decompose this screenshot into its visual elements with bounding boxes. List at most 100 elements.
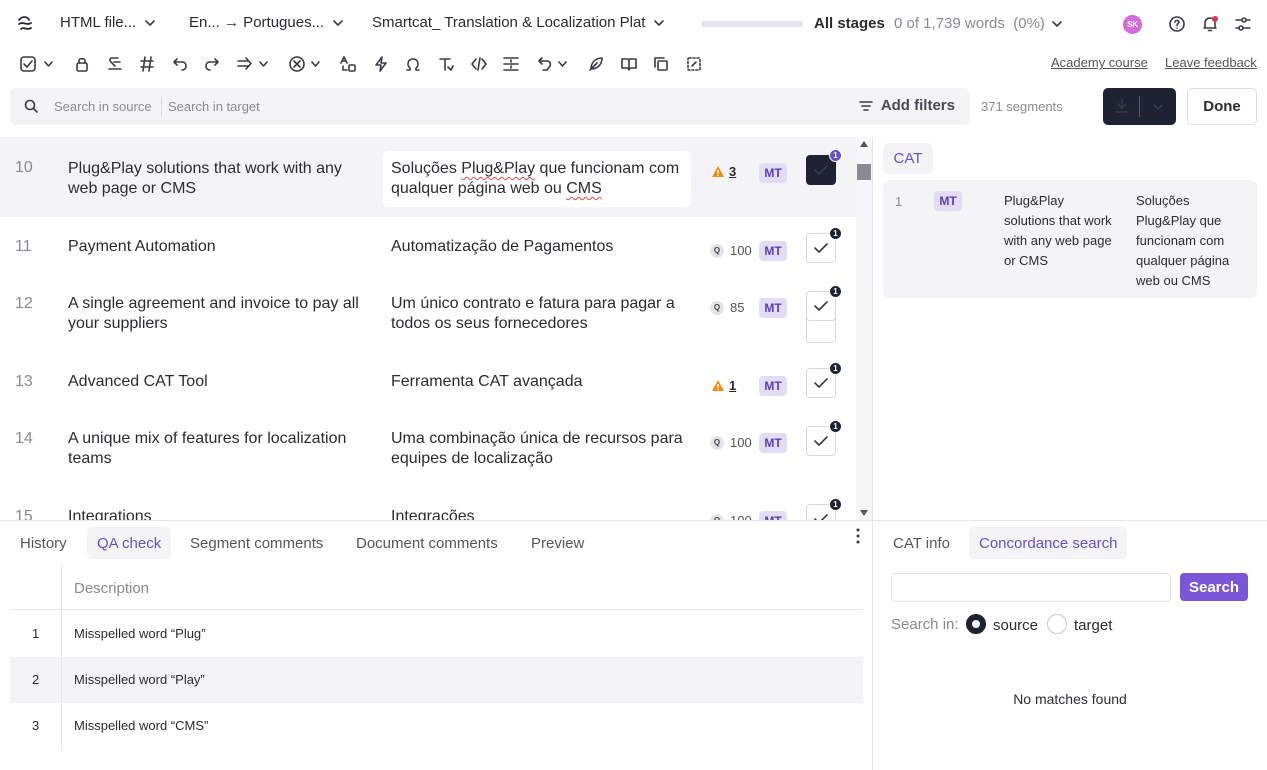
download-button[interactable] (1103, 88, 1176, 125)
tab-preview[interactable]: Preview (521, 527, 594, 559)
chevron-down-icon[interactable] (259, 61, 268, 67)
comment-feather-icon[interactable] (587, 55, 605, 73)
clear-translation-icon[interactable] (106, 55, 124, 73)
radio-target-label[interactable]: target (1074, 617, 1112, 634)
file-dropdown[interactable]: HTML file... (60, 14, 156, 31)
smartcat-logo-icon[interactable] (15, 14, 35, 34)
copy-disabled-icon[interactable] (652, 55, 670, 73)
lightning-icon[interactable] (372, 55, 390, 73)
table-row[interactable]: 1 Misspelled word “Plug” (10, 611, 863, 657)
segment-source: Payment Automation (68, 238, 216, 255)
academy-course-link[interactable]: Academy course (1051, 55, 1148, 70)
check-icon (814, 301, 828, 311)
tab-cat[interactable]: CAT (883, 143, 933, 174)
stages-selector[interactable]: All stages (814, 15, 885, 32)
column-header-description: Description (74, 580, 150, 597)
chevron-down-icon[interactable] (558, 61, 567, 67)
notification-bell-icon[interactable] (1201, 15, 1219, 33)
tab-cat-info[interactable]: CAT info (883, 527, 960, 559)
segment-number: 10 (15, 159, 33, 176)
tab-history[interactable]: History (10, 527, 77, 559)
scroll-up-arrow-icon[interactable] (860, 141, 868, 147)
chevron-down-icon[interactable] (311, 61, 320, 67)
cancel-circle-icon[interactable] (288, 55, 306, 73)
cat-result-row[interactable]: 1 MT Plug&Play solutions that work with … (883, 180, 1257, 298)
segments-scrollbar[interactable] (856, 137, 872, 520)
settings-sliders-icon[interactable] (1234, 15, 1252, 33)
words-progress-dropdown[interactable]: 0 of 1,739 words (0%) (894, 15, 1063, 32)
chevron-down-icon[interactable] (44, 61, 53, 67)
merge-segments-icon[interactable] (502, 55, 520, 73)
table-row[interactable]: 3 Misspelled word “CMS” (10, 703, 863, 749)
language-dropdown[interactable]: En... → Portugues... (189, 14, 344, 31)
segment-number: 14 (15, 430, 33, 447)
change-case-icon[interactable] (339, 55, 357, 73)
search-button[interactable]: Search (1180, 573, 1248, 601)
mt-badge: MT (759, 241, 787, 261)
radio-target[interactable] (1047, 614, 1067, 634)
segment-source: Advanced CAT Tool (68, 373, 208, 390)
more-options-icon[interactable] (856, 528, 860, 544)
tab-concordance-search[interactable]: Concordance search (969, 527, 1128, 559)
no-matches-message: No matches found (1013, 691, 1127, 707)
segment-row[interactable]: 1 1 Payment Automation Automatização de P… (0, 217, 856, 343)
warning-triangle-icon (712, 380, 724, 391)
book-glossary-icon[interactable] (620, 55, 638, 73)
leave-feedback-link[interactable]: Leave feedback (1165, 55, 1257, 70)
confirm-check-icon[interactable] (19, 55, 37, 73)
segment-source: A unique mix of features for localizatio… (68, 430, 347, 467)
segment-target[interactable]: Automatização de Pagamentos (391, 237, 691, 257)
segment-row[interactable]: 15 Integrations Integrações Q 100 MT (0, 487, 856, 520)
scroll-down-arrow-icon[interactable] (860, 510, 868, 516)
table-row[interactable]: 2 Misspelled word “Play” (10, 657, 863, 703)
tm-match-indicator: Q 100 (710, 435, 752, 450)
segment-target[interactable]: Uma combinação única de recursos para eq… (391, 429, 691, 469)
segment-target[interactable]: Soluções Plug&Play que funcionam com qua… (391, 159, 691, 199)
undo-icon[interactable] (171, 55, 189, 73)
tab-segment-comments[interactable]: Segment comments (180, 527, 333, 559)
radio-source[interactable] (966, 614, 986, 634)
segment-target[interactable]: Integrações (391, 507, 691, 520)
text-format-icon[interactable] (437, 55, 455, 73)
tm-q-icon: Q (710, 243, 724, 258)
confirm-segment-button[interactable]: 1 (806, 285, 842, 321)
hash-icon[interactable] (138, 55, 156, 73)
avatar[interactable]: SK (1123, 15, 1142, 34)
segment-row[interactable]: 13 Advanced CAT Tool Ferramenta CAT avan… (0, 352, 856, 409)
divider (161, 97, 162, 117)
add-filters-button[interactable]: Add filters (859, 97, 955, 114)
confirm-segment-button[interactable]: 1 (806, 227, 842, 263)
omega-special-char-icon[interactable] (404, 55, 422, 73)
confirm-segment-button[interactable]: 1 (806, 498, 842, 520)
concordance-search-input[interactable] (891, 573, 1171, 602)
qa-warning-indicator[interactable]: 1 (711, 378, 736, 393)
segment-row[interactable]: 10 Plug&Play solutions that work with an… (0, 137, 856, 217)
tab-qa-check[interactable]: QA check (87, 527, 172, 559)
search-source-input[interactable]: Search in source (54, 99, 152, 114)
done-button[interactable]: Done (1187, 88, 1257, 125)
segment-target[interactable]: Ferramenta CAT avançada (391, 372, 691, 392)
project-dropdown[interactable]: Smartcat_ Translation & Localization Pla… (372, 14, 665, 31)
tab-document-comments[interactable]: Document comments (346, 527, 508, 559)
help-icon[interactable] (1168, 15, 1186, 33)
chevron-down-icon[interactable] (1153, 104, 1163, 110)
copy-source-icon[interactable] (236, 55, 254, 73)
confirm-segment-button[interactable]: 1 (806, 149, 842, 185)
radio-source-label[interactable]: source (993, 617, 1038, 634)
tm-q-icon: Q (710, 300, 724, 315)
expand-disabled-icon[interactable] (685, 55, 703, 73)
qa-warning-indicator[interactable]: 3 (711, 164, 736, 179)
confirm-segment-button[interactable]: 1 (806, 362, 842, 398)
confirm-segment-button[interactable]: 1 (806, 420, 842, 456)
revert-icon[interactable] (536, 55, 554, 73)
redo-icon[interactable] (203, 55, 221, 73)
segment-row[interactable]: 14 A unique mix of features for localiza… (0, 409, 856, 487)
segment-target[interactable]: Um único contrato e fatura para pagar a … (391, 294, 691, 334)
search-target-input[interactable]: Search in target (168, 99, 260, 114)
panel-divider (872, 137, 873, 770)
lock-icon[interactable] (73, 55, 91, 73)
segment-number: 15 (15, 508, 33, 520)
segment-row[interactable]: 12 A single agreement and invoice to pay… (0, 274, 856, 352)
tags-code-icon[interactable] (470, 55, 488, 73)
scrollbar-thumb[interactable] (857, 164, 871, 180)
